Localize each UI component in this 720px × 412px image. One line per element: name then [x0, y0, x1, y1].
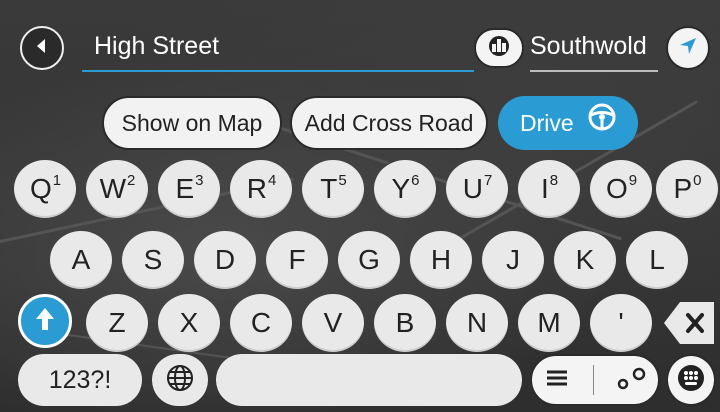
key-label: R	[246, 173, 267, 204]
key-i[interactable]: I8	[518, 160, 580, 218]
key-t[interactable]: T5	[302, 160, 364, 218]
key-label: F	[288, 244, 306, 275]
keyboard-icon	[676, 363, 706, 398]
location-type-button[interactable]	[474, 28, 524, 68]
back-arrow-icon	[32, 36, 52, 61]
key-alt: 1	[52, 171, 62, 189]
key-j[interactable]: J	[482, 231, 544, 289]
key-p[interactable]: P0	[656, 160, 718, 218]
show-on-map-button[interactable]: Show on Map	[102, 96, 282, 150]
navigation-arrow-icon	[677, 35, 699, 62]
drive-button[interactable]: Drive	[498, 96, 638, 150]
key-o[interactable]: O9	[590, 160, 652, 218]
key-c[interactable]: C	[230, 294, 292, 352]
key-z[interactable]: Z	[86, 294, 148, 352]
key-label: X	[179, 307, 199, 338]
key-label: C	[250, 307, 272, 338]
key-l[interactable]: L	[626, 231, 688, 289]
list-icon	[544, 368, 570, 393]
keyboard-options-button[interactable]	[666, 354, 716, 406]
list-map-toggle[interactable]	[530, 354, 660, 406]
shift-key[interactable]	[18, 294, 72, 348]
back-button[interactable]	[20, 26, 64, 70]
key-label: Q	[29, 173, 52, 204]
key-alt: 3	[195, 171, 204, 189]
key-label: G	[358, 244, 380, 275]
key-label: N	[466, 307, 488, 338]
key-label: V	[323, 307, 343, 338]
key-n[interactable]: N	[446, 294, 508, 352]
globe-icon	[165, 363, 195, 398]
key-f[interactable]: F	[266, 231, 328, 289]
key-label: H	[430, 244, 452, 275]
location-text: Southwold	[530, 32, 647, 60]
search-screen: High Street Southwold Show on Map Add Cr…	[0, 0, 720, 412]
key-s[interactable]: S	[122, 231, 184, 289]
key-alt: 6	[411, 171, 420, 189]
key-label: K	[575, 244, 595, 275]
key-r[interactable]: R4	[230, 160, 292, 218]
key-h[interactable]: H	[410, 231, 472, 289]
key-alt: 4	[267, 171, 277, 189]
key-alt: 7	[483, 171, 493, 189]
show-on-map-label: Show on Map	[121, 110, 263, 136]
key-label: E	[175, 173, 195, 204]
key-label: S	[143, 244, 163, 275]
key-q[interactable]: Q1	[14, 160, 76, 218]
key-u[interactable]: U7	[446, 160, 508, 218]
key-alt: 8	[549, 171, 559, 189]
key-label: L	[649, 244, 665, 275]
numbers-key-label: 123?!	[48, 365, 112, 394]
key-label: B	[395, 307, 415, 338]
key-d[interactable]: D	[194, 231, 256, 289]
key-label: D	[214, 244, 236, 275]
drive-label: Drive	[519, 110, 574, 136]
key-x[interactable]: X	[158, 294, 220, 352]
search-input[interactable]: High Street	[82, 20, 474, 72]
key-v[interactable]: V	[302, 294, 364, 352]
key-g[interactable]: G	[338, 231, 400, 289]
key-label: Z	[108, 307, 126, 338]
backspace-key[interactable]	[660, 296, 716, 350]
key-alt: 2	[127, 171, 136, 189]
current-location-button[interactable]	[666, 26, 710, 70]
key-label: J	[506, 244, 520, 275]
key-e[interactable]: E3	[158, 160, 220, 218]
route-pins-icon	[617, 366, 647, 395]
key-label: I	[540, 173, 549, 204]
key-label: P	[673, 173, 693, 204]
key-alt: 0	[693, 171, 702, 189]
key-label: O	[605, 173, 628, 204]
location-field[interactable]: Southwold	[530, 20, 658, 72]
key-a[interactable]: A	[50, 231, 112, 289]
steering-wheel-icon	[588, 96, 616, 150]
key-label: Y	[391, 173, 411, 204]
key-apostrophe[interactable]: '	[590, 294, 652, 352]
add-cross-road-button[interactable]: Add Cross Road	[290, 96, 488, 150]
key-label: A	[71, 244, 91, 275]
key-alt: 9	[628, 171, 638, 189]
search-text: High Street	[94, 32, 220, 60]
key-k[interactable]: K	[554, 231, 616, 289]
space-key[interactable]	[216, 354, 522, 406]
key-w[interactable]: W2	[86, 160, 148, 218]
key-label: T	[320, 173, 338, 204]
key-label: U	[462, 173, 483, 204]
language-key[interactable]	[152, 354, 208, 406]
key-label: '	[618, 307, 624, 338]
numbers-symbols-key[interactable]: 123?!	[18, 354, 142, 406]
key-label: W	[99, 173, 127, 204]
key-m[interactable]: M	[518, 294, 580, 352]
city-buildings-icon	[484, 35, 514, 62]
key-y[interactable]: Y6	[374, 160, 436, 218]
backspace-icon	[660, 302, 716, 354]
key-b[interactable]: B	[374, 294, 436, 352]
add-cross-road-label: Add Cross Road	[304, 110, 474, 136]
shift-arrow-icon	[33, 306, 57, 337]
key-label: M	[537, 307, 561, 338]
toggle-divider	[592, 365, 594, 395]
key-alt: 5	[338, 171, 347, 189]
